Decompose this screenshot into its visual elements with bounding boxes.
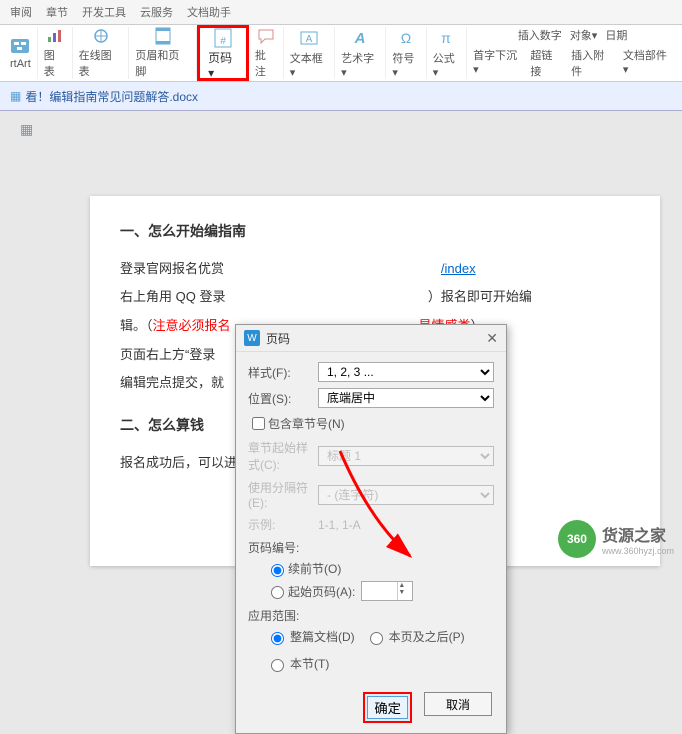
- dialog-title-text: 页码: [266, 330, 290, 347]
- ribbon-hyperlink[interactable]: 超链接: [530, 47, 563, 79]
- ribbon-attachment[interactable]: 插入附件: [571, 47, 615, 79]
- position-label: 位置(S):: [248, 390, 318, 407]
- header-footer-icon: [153, 27, 173, 45]
- ribbon-more: 插入数字 对象▾ 日期 首字下沉▾ 超链接 插入附件 文档部件▾: [467, 27, 678, 79]
- svg-text:A: A: [306, 34, 313, 45]
- heading-1: 一、怎么开始编指南: [120, 216, 630, 247]
- word-doc-icon: ▦: [20, 121, 33, 138]
- include-chapter-label: 包含章节号(N): [268, 415, 345, 432]
- artword-icon: A: [350, 28, 370, 48]
- ribbon-page-number-highlighted[interactable]: # 页码▾: [197, 25, 249, 81]
- workspace: ▦ 一、怎么开始编指南 登录官网报名优赏____________________…: [0, 111, 682, 566]
- ribbon-online-chart[interactable]: 在线图表: [73, 27, 130, 79]
- ok-button-highlight: 确定: [363, 692, 412, 723]
- chart-icon: [45, 27, 65, 45]
- tab-chapter[interactable]: 章节: [46, 4, 68, 20]
- start-at-spinner[interactable]: ▲▼: [361, 581, 413, 601]
- online-chart-icon: [91, 27, 111, 45]
- scope-section-radio[interactable]: [271, 659, 284, 672]
- scope-after-radio[interactable]: [370, 632, 383, 645]
- chapter-style-label: 章节起始样式(C):: [248, 439, 318, 473]
- format-select[interactable]: 1, 2, 3 ...: [318, 362, 494, 382]
- watermark-url: www.360hyzj.com: [602, 546, 674, 556]
- ribbon-doc-part[interactable]: 文档部件▾: [623, 47, 672, 79]
- textbox-icon: A: [299, 28, 319, 48]
- document-tab[interactable]: ▦ 看！编辑指南常见问题解答.docx: [0, 82, 682, 111]
- example-value: 1-1, 1-A: [318, 518, 361, 532]
- svg-text:π: π: [442, 31, 452, 45]
- ribbon-symbol[interactable]: Ω 符号▾: [386, 27, 426, 79]
- svg-text:Ω: Ω: [401, 31, 411, 45]
- ribbon-insert-number[interactable]: 插入数字: [518, 27, 562, 43]
- numbering-label: 页码编号:: [248, 539, 494, 556]
- close-icon[interactable]: ✕: [486, 330, 498, 347]
- tab-helper[interactable]: 文档助手: [187, 4, 231, 20]
- comment-icon: [256, 27, 276, 45]
- doc-tab-label: 看！编辑指南常见问题解答.docx: [25, 88, 198, 105]
- dialog-titlebar: W 页码 ✕: [236, 325, 506, 352]
- scope-label: 应用范围:: [248, 607, 494, 624]
- page-number-dialog: W 页码 ✕ 样式(F): 1, 2, 3 ... 位置(S): 底端居中 包含…: [235, 324, 507, 734]
- chapter-style-select: 标题 1: [318, 446, 494, 466]
- ribbon-artword[interactable]: A 艺术字▾: [335, 27, 386, 79]
- ribbon-smartart[interactable]: rtArt: [4, 27, 38, 79]
- tab-dev[interactable]: 开发工具: [82, 4, 126, 20]
- scope-doc-radio[interactable]: [271, 632, 284, 645]
- start-at-radio[interactable]: [271, 586, 284, 599]
- ok-button[interactable]: 确定: [367, 696, 408, 719]
- ribbon-textbox[interactable]: A 文本框▾: [284, 27, 335, 79]
- cancel-button[interactable]: 取消: [424, 692, 492, 716]
- svg-text:#: #: [220, 36, 226, 47]
- position-select[interactable]: 底端居中: [318, 388, 494, 408]
- ribbon: rtArt 图表 在线图表 页眉和页脚 # 页码▾ 批注 A 文本框▾ A 艺术…: [0, 25, 682, 82]
- link-index[interactable]: /index: [441, 261, 476, 276]
- svg-text:A: A: [354, 31, 366, 45]
- ribbon-dropcap[interactable]: 首字下沉▾: [473, 47, 522, 79]
- separator-select: - (连字符): [318, 485, 494, 505]
- watermark: 360 货源之家 www.360hyzj.com: [558, 520, 674, 558]
- start-at-label: 起始页码(A):: [288, 583, 355, 600]
- tab-cloud[interactable]: 云服务: [140, 4, 173, 20]
- ribbon-header-footer[interactable]: 页眉和页脚: [129, 27, 197, 79]
- symbol-icon: Ω: [396, 28, 416, 48]
- format-label: 样式(F):: [248, 364, 318, 381]
- smartart-icon: [10, 36, 30, 56]
- ribbon-formula[interactable]: π 公式▾: [427, 27, 467, 79]
- tab-review[interactable]: 审阅: [10, 4, 32, 20]
- ribbon-date[interactable]: 日期: [605, 27, 627, 43]
- example-label: 示例:: [248, 516, 318, 533]
- wps-icon: W: [244, 330, 260, 346]
- include-chapter-checkbox[interactable]: [252, 417, 265, 430]
- continue-radio[interactable]: [271, 564, 284, 577]
- menu-tab-bar: 审阅 章节 开发工具 云服务 文档助手: [0, 0, 682, 25]
- ribbon-comment[interactable]: 批注: [249, 27, 284, 79]
- doc-icon: ▦: [10, 89, 21, 103]
- red-warning: 注意必须报名: [153, 318, 231, 333]
- watermark-name: 货源之家: [602, 522, 674, 546]
- watermark-logo: 360: [558, 520, 596, 558]
- ribbon-object[interactable]: 对象▾: [570, 27, 598, 43]
- separator-label: 使用分隔符(E):: [248, 479, 318, 510]
- formula-icon: π: [436, 28, 456, 48]
- ribbon-chart[interactable]: 图表: [38, 27, 73, 79]
- page-number-icon: #: [212, 27, 234, 49]
